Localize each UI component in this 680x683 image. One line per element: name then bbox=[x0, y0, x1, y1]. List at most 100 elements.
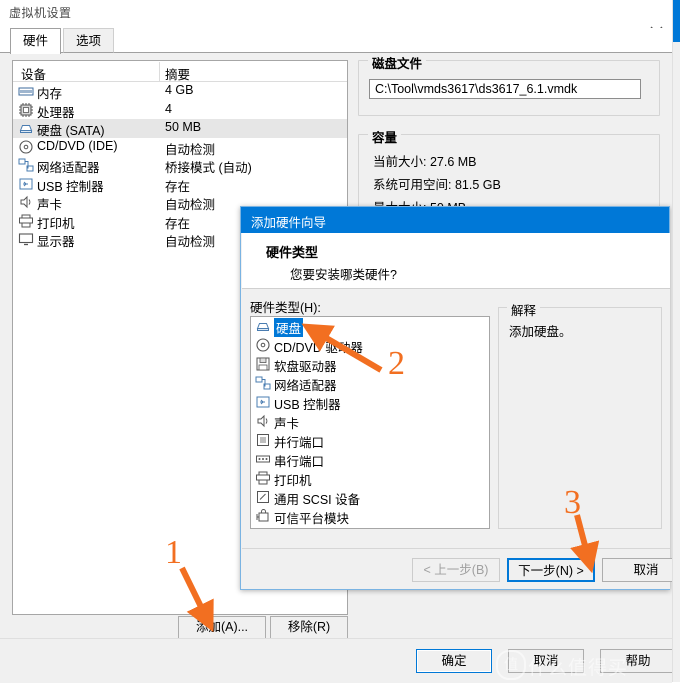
list-item-label: 串行端口 bbox=[274, 455, 325, 469]
table-row[interactable]: 内存 4 GB bbox=[13, 82, 347, 101]
list-item-label: 网络适配器 bbox=[274, 379, 337, 393]
device-summary: 存在 bbox=[165, 179, 191, 194]
list-item-scsi-device[interactable]: 通用 SCSI 设备 bbox=[251, 488, 489, 507]
device-summary: 存在 bbox=[165, 216, 191, 231]
device-name: USB 控制器 bbox=[37, 179, 104, 194]
serial-icon bbox=[255, 451, 271, 467]
page-scrollbar[interactable] bbox=[672, 0, 680, 682]
ok-button[interactable]: 确定 bbox=[416, 649, 492, 673]
wizard-footer: < 上一步(B) 下一步(N) > 取消 bbox=[242, 548, 680, 589]
wizard-titlebar: 添加硬件向导 bbox=[241, 207, 669, 233]
list-item-serial-port[interactable]: 串行端口 bbox=[251, 450, 489, 469]
device-summary: 4 bbox=[165, 101, 172, 116]
memory-icon bbox=[18, 83, 34, 99]
watermark-text: 什么值得买 bbox=[528, 658, 629, 679]
device-summary: 桥接模式 (自动) bbox=[165, 161, 252, 175]
remove-device-button[interactable]: 移除(R) bbox=[270, 616, 348, 639]
device-name: 声卡 bbox=[37, 198, 63, 212]
column-header-summary: 摘要 bbox=[165, 68, 191, 82]
table-row[interactable]: USB 控制器 存在 bbox=[13, 175, 347, 194]
disk-file-group-label: 磁盘文件 bbox=[368, 53, 427, 72]
sound-icon bbox=[255, 413, 271, 429]
cpu-icon bbox=[18, 102, 34, 118]
sound-icon bbox=[18, 194, 34, 210]
list-item-sound[interactable]: 声卡 bbox=[251, 412, 489, 431]
tab-hardware[interactable]: 硬件 bbox=[10, 28, 62, 54]
wizard-body: 硬件类型(H): 硬盘 CD/DVD 驱动器 软盘驱动器 网络适配器 USB 控… bbox=[242, 289, 670, 548]
device-name: 内存 bbox=[37, 87, 63, 101]
cddvd-icon bbox=[255, 337, 271, 353]
hardware-type-label: 硬件类型(H): bbox=[250, 301, 321, 315]
network-icon bbox=[18, 157, 34, 173]
parallel-icon bbox=[255, 432, 271, 448]
window-titlebar: 虚拟机设置 bbox=[0, 0, 672, 39]
table-row[interactable]: CD/DVD (IDE) 自动检测 bbox=[13, 138, 347, 157]
add-hardware-wizard-dialog: 添加硬件向导 硬件类型 您要安装哪类硬件? 硬件类型(H): 硬盘 CD/DVD… bbox=[240, 206, 680, 590]
column-header-device: 设备 bbox=[21, 68, 47, 82]
list-item-cddvd[interactable]: CD/DVD 驱动器 bbox=[251, 336, 489, 355]
table-row[interactable]: 网络适配器 桥接模式 (自动) bbox=[13, 156, 347, 175]
annotation-number-2: 2 bbox=[388, 345, 405, 382]
next-button[interactable]: 下一步(N) > bbox=[507, 558, 595, 582]
device-name: 处理器 bbox=[37, 105, 75, 120]
tpm-icon bbox=[255, 508, 271, 524]
disk-file-group: 磁盘文件 C:\Tool\vmds3617\ds3617_6.1.vmdk bbox=[358, 53, 660, 116]
table-row[interactable]: 处理器 4 bbox=[13, 101, 347, 120]
table-row[interactable]: 硬盘 (SATA) 50 MB bbox=[13, 119, 347, 138]
list-item-label: 并行端口 bbox=[274, 436, 325, 450]
device-actions: 添加(A)... 移除(R) bbox=[0, 616, 360, 639]
annotation-number-3: 3 bbox=[564, 484, 581, 521]
list-item-floppy[interactable]: 软盘驱动器 bbox=[251, 355, 489, 374]
device-summary: 自动检测 bbox=[165, 198, 216, 212]
back-button: < 上一步(B) bbox=[412, 558, 500, 582]
capacity-free-space: 系统可用空间: 81.5 GB bbox=[373, 178, 501, 192]
device-summary: 4 GB bbox=[165, 83, 194, 97]
watermark-badge: 值 bbox=[496, 650, 526, 680]
disk-file-path-field[interactable]: C:\Tool\vmds3617\ds3617_6.1.vmdk bbox=[369, 79, 641, 99]
list-item-label: 软盘驱动器 bbox=[274, 360, 337, 374]
device-name: 打印机 bbox=[37, 216, 75, 231]
tab-strip: 硬件 选项 bbox=[0, 28, 672, 54]
list-item-label: 硬盘 bbox=[274, 318, 304, 337]
add-device-button[interactable]: 添加(A)... bbox=[178, 616, 266, 639]
explanation-group-label: 解释 bbox=[507, 300, 541, 319]
device-list-header: 设备 摘要 bbox=[13, 61, 347, 82]
printer-icon bbox=[18, 213, 34, 229]
list-item-label: CD/DVD 驱动器 bbox=[274, 341, 363, 355]
list-item-printer[interactable]: 打印机 bbox=[251, 469, 489, 488]
wizard-header: 硬件类型 您要安装哪类硬件? bbox=[242, 233, 670, 289]
explanation-text: 添加硬盘。 bbox=[509, 325, 572, 339]
watermark: 值 什么值得买 bbox=[496, 648, 676, 680]
list-item-label: 打印机 bbox=[274, 474, 312, 488]
floppy-icon bbox=[255, 356, 271, 372]
network-icon bbox=[255, 375, 271, 391]
device-summary: 自动检测 bbox=[165, 235, 216, 249]
hardware-type-list[interactable]: 硬盘 CD/DVD 驱动器 软盘驱动器 网络适配器 USB 控制器 声卡 并行端… bbox=[250, 316, 490, 529]
window-title: 虚拟机设置 bbox=[9, 6, 72, 20]
cddvd-icon bbox=[18, 139, 34, 155]
capacity-group-label: 容量 bbox=[368, 127, 402, 146]
wizard-heading: 硬件类型 bbox=[266, 245, 319, 260]
device-summary: 50 MB bbox=[165, 120, 202, 134]
list-item-harddisk[interactable]: 硬盘 bbox=[251, 317, 489, 337]
device-summary: 自动检测 bbox=[165, 142, 216, 157]
page-scrollbar-thumb[interactable] bbox=[673, 0, 680, 42]
wizard-subheading: 您要安装哪类硬件? bbox=[290, 268, 397, 282]
wizard-title: 添加硬件向导 bbox=[251, 216, 327, 230]
wizard-cancel-button[interactable]: 取消 bbox=[602, 558, 680, 582]
disk-details-column: 磁盘文件 C:\Tool\vmds3617\ds3617_6.1.vmdk 容量… bbox=[358, 53, 660, 222]
device-name: 显示器 bbox=[37, 235, 75, 249]
list-item-tpm[interactable]: 可信平台模块 bbox=[251, 507, 489, 526]
annotation-number-1: 1 bbox=[165, 534, 182, 571]
list-item-usb[interactable]: USB 控制器 bbox=[251, 393, 489, 412]
usb-icon bbox=[18, 176, 34, 192]
list-item-network[interactable]: 网络适配器 bbox=[251, 374, 489, 393]
list-item-label: 声卡 bbox=[274, 417, 300, 431]
capacity-current-size: 当前大小: 27.6 MB bbox=[373, 155, 477, 169]
device-name: 硬盘 (SATA) bbox=[37, 124, 105, 138]
harddisk-icon bbox=[18, 120, 34, 136]
scsi-icon bbox=[255, 489, 271, 505]
usb-icon bbox=[255, 394, 271, 410]
list-item-parallel-port[interactable]: 并行端口 bbox=[251, 431, 489, 450]
tab-options[interactable]: 选项 bbox=[63, 28, 115, 53]
